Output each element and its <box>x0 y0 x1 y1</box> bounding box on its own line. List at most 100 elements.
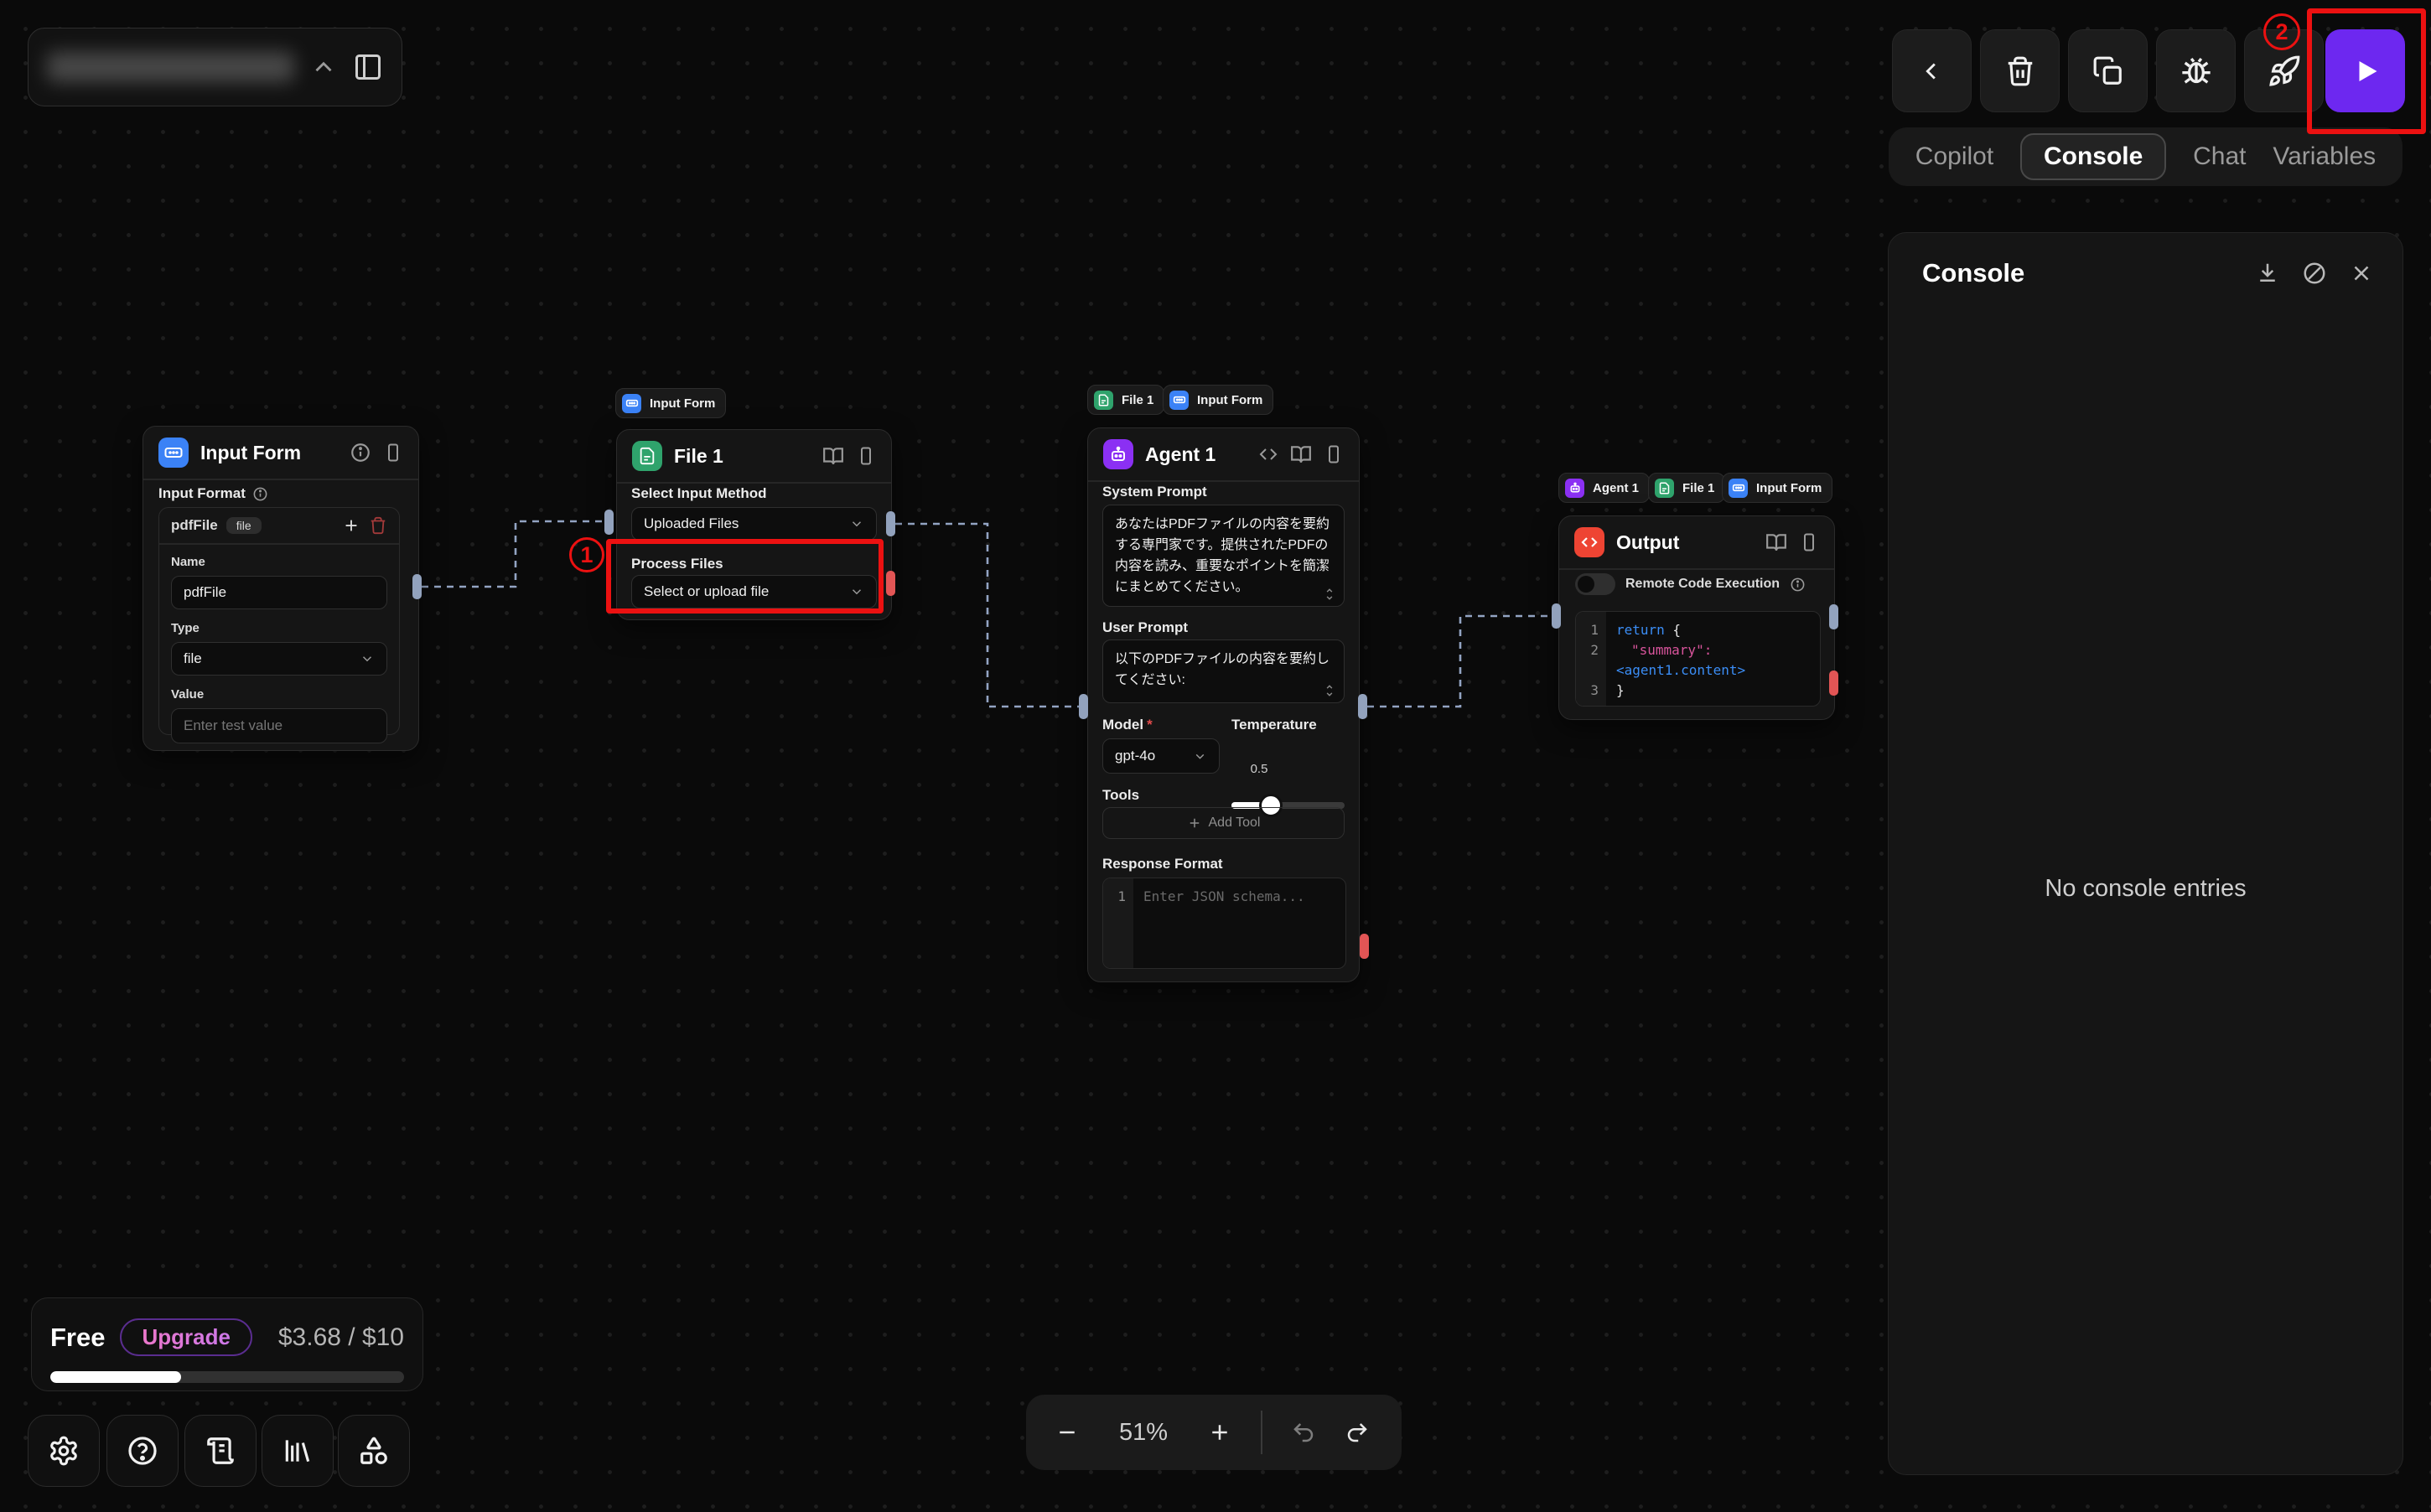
output-node-icon <box>1574 527 1604 557</box>
resize-icon[interactable] <box>1324 684 1335 697</box>
chevron-left-icon <box>1918 57 1946 85</box>
user-prompt-value: 以下のPDFファイルの内容を要約してください: <box>1115 652 1330 687</box>
response-format-label: Response Format <box>1102 856 1223 873</box>
port-agent1-in[interactable] <box>1079 694 1088 719</box>
param-type-chip: file <box>226 517 262 534</box>
undo-button[interactable] <box>1291 1420 1316 1445</box>
type-label: Type <box>171 621 387 635</box>
info-icon[interactable] <box>1790 577 1806 593</box>
scroll-icon <box>205 1435 236 1467</box>
zoom-level[interactable]: 51% <box>1108 1419 1179 1447</box>
name-label: Name <box>171 555 387 569</box>
type-select[interactable]: file <box>171 642 387 676</box>
delete-button[interactable] <box>1980 29 2060 112</box>
add-tool-button[interactable]: Add Tool <box>1102 807 1345 839</box>
zoom-in-button[interactable] <box>1207 1420 1232 1445</box>
workflow-canvas[interactable]: 2 Copilot Console Chat Variables Console… <box>0 0 2431 1512</box>
port-output-out-error[interactable] <box>1829 671 1838 696</box>
port-file1-out-error[interactable] <box>886 571 895 596</box>
usage-progress-bar <box>50 1371 404 1383</box>
docs-icon[interactable] <box>1290 443 1312 465</box>
mobile-preview-icon[interactable] <box>1799 532 1819 552</box>
mobile-preview-icon[interactable] <box>383 443 403 463</box>
duplicate-button[interactable] <box>2068 29 2148 112</box>
port-output-in[interactable] <box>1552 603 1561 629</box>
settings-button[interactable] <box>28 1415 100 1487</box>
node-agent1[interactable]: Agent 1 System Prompt あなたはPDFファイルの内容を要約す… <box>1087 427 1360 982</box>
annotation-number-step2: 2 <box>2263 13 2300 50</box>
divider <box>1261 1411 1262 1454</box>
file-node-icon <box>632 441 662 471</box>
mobile-preview-icon[interactable] <box>856 446 876 466</box>
resize-icon[interactable] <box>1324 588 1335 601</box>
response-format-editor[interactable]: 1 Enter JSON schema... <box>1102 878 1346 969</box>
help-button[interactable] <box>106 1415 179 1487</box>
value-input[interactable]: Enter test value <box>171 708 387 743</box>
delete-param-icon[interactable] <box>369 516 387 535</box>
back-button[interactable] <box>1892 29 1972 112</box>
close-icon[interactable] <box>2349 261 2374 286</box>
user-prompt-textarea[interactable]: 以下のPDFファイルの内容を要約してください: <file1.uploadedC… <box>1102 639 1345 703</box>
help-icon <box>127 1435 158 1467</box>
library-button[interactable] <box>262 1415 334 1487</box>
name-input[interactable]: pdfFile <box>171 576 387 609</box>
workflow-title-card[interactable] <box>28 28 402 106</box>
panel-left-icon[interactable] <box>353 52 383 82</box>
port-output-out[interactable] <box>1829 604 1838 629</box>
debug-button[interactable] <box>2156 29 2236 112</box>
redo-button[interactable] <box>1345 1420 1370 1445</box>
components-button[interactable] <box>338 1415 410 1487</box>
node-input-form[interactable]: Input Form Input Format pdfFile file Nam… <box>143 426 419 751</box>
usage-progress-fill <box>50 1371 181 1383</box>
line-number: 2 <box>1584 640 1599 660</box>
code-view-icon[interactable] <box>1258 444 1278 464</box>
upgrade-button[interactable]: Upgrade <box>120 1318 251 1356</box>
tab-variables[interactable]: Variables <box>2273 142 2376 171</box>
port-file1-in[interactable] <box>604 510 614 535</box>
port-inputform-out[interactable] <box>412 574 422 599</box>
badge-label: File 1 <box>1682 481 1714 495</box>
info-icon[interactable] <box>350 442 371 463</box>
model-label-row: Model * <box>1102 717 1153 733</box>
remote-code-execution-toggle[interactable] <box>1575 573 1615 595</box>
tab-copilot[interactable]: Copilot <box>1915 142 1993 171</box>
zoom-out-button[interactable] <box>1055 1420 1080 1445</box>
console-empty-text: No console entries <box>2045 875 2246 903</box>
tools-label: Tools <box>1102 787 1139 804</box>
input-method-select[interactable]: Uploaded Files <box>631 507 877 541</box>
add-param-icon[interactable] <box>342 516 360 535</box>
gear-icon <box>48 1435 80 1467</box>
download-icon[interactable] <box>2255 261 2280 286</box>
system-prompt-textarea[interactable]: あなたはPDFファイルの内容を要約する専門家です。提供されたPDFの内容を読み、… <box>1102 505 1345 607</box>
plan-usage-card: Free Upgrade $3.68 / $10 <box>31 1297 423 1391</box>
value-label: Value <box>171 687 387 702</box>
param-name: pdfFile <box>171 517 218 534</box>
agent-node-icon <box>1103 439 1133 469</box>
port-file1-out[interactable] <box>886 511 895 536</box>
model-select[interactable]: gpt-4o <box>1102 738 1220 774</box>
port-agent1-out-error[interactable] <box>1360 934 1369 959</box>
tab-console[interactable]: Console <box>2020 133 2166 180</box>
console-panel-title: Console <box>1922 258 2233 288</box>
console-panel: Console No console entries <box>1888 232 2403 1475</box>
response-format-placeholder: Enter JSON schema... <box>1143 888 1305 904</box>
canvas-controls: 51% <box>1026 1395 1402 1470</box>
docs-icon[interactable] <box>822 445 844 467</box>
badge-label: Input Form <box>1197 393 1262 407</box>
info-icon[interactable] <box>252 486 268 502</box>
console-panel-body: No console entries <box>1889 303 2402 1474</box>
node-output[interactable]: Output Remote Code Execution 1 2 3 retur… <box>1558 515 1835 720</box>
value-input-placeholder: Enter test value <box>184 717 282 734</box>
docs-icon[interactable] <box>1765 531 1787 553</box>
tab-chat[interactable]: Chat <box>2193 142 2246 171</box>
chevron-up-icon[interactable] <box>309 53 338 81</box>
model-value: gpt-4o <box>1115 748 1155 764</box>
plan-tier-label: Free <box>50 1323 105 1353</box>
changelog-button[interactable] <box>184 1415 257 1487</box>
clear-console-icon[interactable] <box>2302 261 2327 286</box>
output-code-editor[interactable]: 1 2 3 return {"summary":<agent1.content>… <box>1575 611 1821 707</box>
line-number: 3 <box>1584 681 1599 701</box>
port-agent1-out[interactable] <box>1358 694 1367 719</box>
name-input-value: pdfFile <box>184 584 226 601</box>
mobile-preview-icon[interactable] <box>1324 444 1344 464</box>
